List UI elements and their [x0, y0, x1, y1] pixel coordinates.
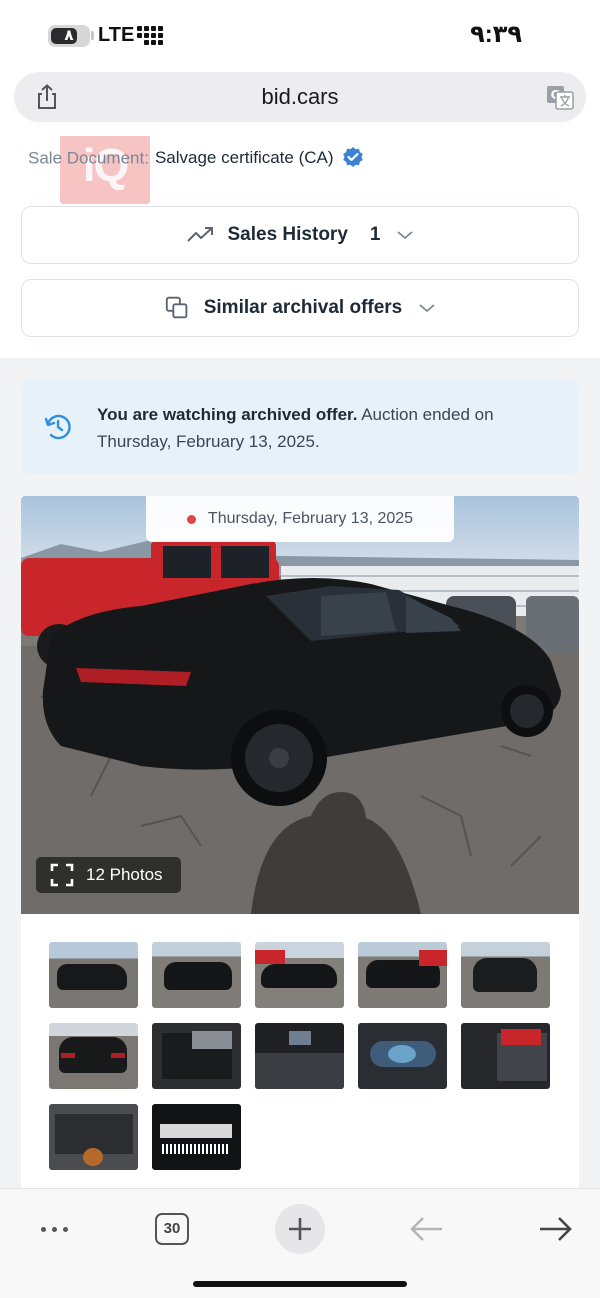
sale-document-value: Salvage certificate (CA): [154, 148, 334, 168]
thumbnail[interactable]: [152, 942, 241, 1008]
battery-icon: ٨: [48, 25, 90, 47]
home-indicator: [193, 1281, 407, 1287]
thumbnail[interactable]: [152, 1023, 241, 1089]
tabs-count: 30: [155, 1213, 189, 1245]
carrier-label: LTE: [98, 24, 135, 46]
auction-date: Thursday, February 13, 2025: [207, 510, 414, 527]
thumbnail[interactable]: [49, 1104, 138, 1170]
copy-icon: [165, 296, 188, 319]
address-bar[interactable]: bid.cars G: [14, 72, 586, 122]
sale-document-label: Sale Document:: [28, 148, 149, 168]
url-text[interactable]: bid.cars: [14, 72, 586, 122]
back-arrow-icon[interactable]: [397, 1199, 457, 1259]
sales-history-count: 1: [369, 224, 381, 245]
chevron-down-icon: [419, 304, 435, 313]
status-time: ٩:٣٩: [470, 21, 522, 48]
photos-count-label: 12 Photos: [86, 865, 163, 884]
thumbnail[interactable]: [49, 942, 138, 1008]
thumbnail[interactable]: [358, 942, 447, 1008]
main-car-photo[interactable]: Thursday, February 13, 2025 12 Photos: [21, 496, 579, 914]
sale-document-row: Sale Document: Salvage certificate (CA): [28, 147, 364, 170]
photo-gallery: Thursday, February 13, 2025 12 Photos: [21, 496, 579, 1188]
archived-notice-text: You are watching archived offer. Auction…: [97, 401, 557, 455]
similar-offers-label: Similar archival offers: [203, 297, 403, 318]
browser-toolbar: 30: [0, 1188, 600, 1298]
watermark-logo: iQ: [60, 136, 150, 204]
expand-icon: [50, 863, 74, 887]
car-photo-image: [21, 496, 579, 914]
lot-info-card: iQ Sale Document: Salvage certificate (CA…: [0, 136, 600, 358]
trending-up-icon: [186, 227, 213, 242]
thumbnail[interactable]: [152, 1104, 241, 1170]
thumbnail[interactable]: [255, 1023, 344, 1089]
more-dots-icon[interactable]: [24, 1199, 84, 1259]
sales-history-toggle[interactable]: Sales History 1: [21, 206, 579, 264]
similar-offers-toggle[interactable]: Similar archival offers: [21, 279, 579, 337]
sales-history-label: Sales History: [227, 224, 348, 245]
thumbnail[interactable]: [358, 1023, 447, 1089]
battery-level: ٨: [64, 27, 74, 44]
chevron-down-icon: [397, 231, 414, 240]
tabs-button[interactable]: 30: [142, 1199, 202, 1259]
thumbnail[interactable]: [461, 1023, 550, 1089]
history-icon: [44, 414, 71, 440]
view-photos-button[interactable]: 12 Photos: [36, 857, 181, 893]
battery-cap: [91, 31, 94, 40]
archived-notice-bold: You are watching archived offer.: [97, 405, 358, 424]
status-bar: ٨ LTE ٩:٣٩: [0, 0, 600, 68]
verified-badge-icon: [343, 147, 364, 167]
archived-notice: You are watching archived offer. Auction…: [21, 380, 579, 474]
thumbnail[interactable]: [461, 942, 550, 1008]
plus-icon: [275, 1204, 325, 1254]
date-dot: [186, 514, 196, 524]
translate-icon[interactable]: G: [546, 83, 574, 111]
signal-bars-icon: [137, 26, 163, 45]
thumbnail[interactable]: [255, 942, 344, 1008]
forward-arrow-icon[interactable]: [525, 1199, 585, 1259]
thumbnail[interactable]: [49, 1023, 138, 1089]
auction-date-chip: Thursday, February 13, 2025: [146, 496, 454, 542]
page-content: iQ Sale Document: Salvage certificate (CA…: [0, 136, 600, 1188]
new-tab-button[interactable]: [270, 1199, 330, 1259]
thumbnail-grid: [49, 942, 553, 1170]
